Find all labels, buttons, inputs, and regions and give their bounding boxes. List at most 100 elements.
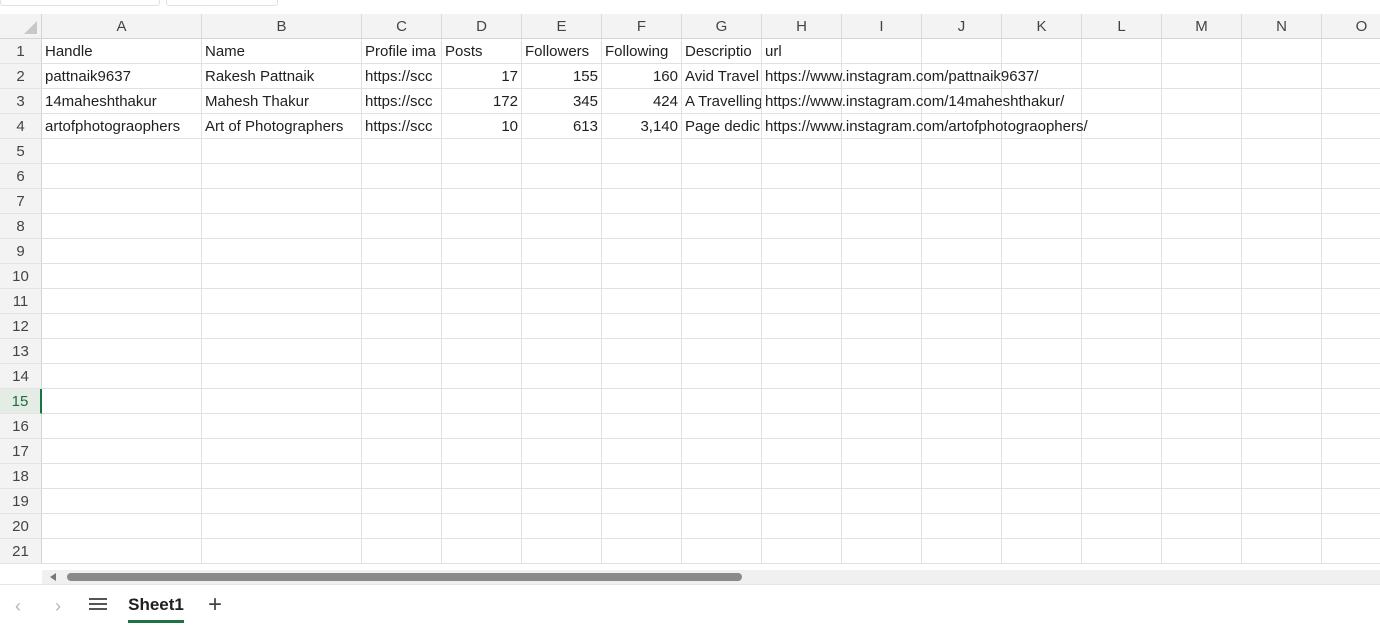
chevron-right-icon[interactable]: ›: [48, 597, 68, 617]
cell-l2[interactable]: [1082, 64, 1162, 89]
cell-m17[interactable]: [1162, 439, 1242, 464]
row-header-9[interactable]: 9: [0, 239, 42, 264]
cell-m8[interactable]: [1162, 214, 1242, 239]
cell-c1[interactable]: Profile ima: [362, 39, 442, 64]
cell-b10[interactable]: [202, 264, 362, 289]
cell-h12[interactable]: [762, 314, 842, 339]
cell-m9[interactable]: [1162, 239, 1242, 264]
cell-l16[interactable]: [1082, 414, 1162, 439]
cell-a17[interactable]: [42, 439, 202, 464]
cell-j18[interactable]: [922, 464, 1002, 489]
cell-h10[interactable]: [762, 264, 842, 289]
cell-f6[interactable]: [602, 164, 682, 189]
column-header-l[interactable]: L: [1082, 14, 1162, 39]
cell-o4[interactable]: [1322, 114, 1380, 139]
cell-l18[interactable]: [1082, 464, 1162, 489]
cell-i17[interactable]: [842, 439, 922, 464]
cell-d18[interactable]: [442, 464, 522, 489]
cell-j11[interactable]: [922, 289, 1002, 314]
cell-b16[interactable]: [202, 414, 362, 439]
cell-f10[interactable]: [602, 264, 682, 289]
cell-m18[interactable]: [1162, 464, 1242, 489]
cell-i6[interactable]: [842, 164, 922, 189]
cell-e3[interactable]: 345: [522, 89, 602, 114]
cell-a14[interactable]: [42, 364, 202, 389]
cell-k11[interactable]: [1002, 289, 1082, 314]
cell-g17[interactable]: [682, 439, 762, 464]
column-header-n[interactable]: N: [1242, 14, 1322, 39]
cell-j1[interactable]: [922, 39, 1002, 64]
cell-f21[interactable]: [602, 539, 682, 564]
cell-m15[interactable]: [1162, 389, 1242, 414]
cell-l10[interactable]: [1082, 264, 1162, 289]
cell-l1[interactable]: [1082, 39, 1162, 64]
plus-icon[interactable]: +: [205, 593, 225, 617]
cell-m7[interactable]: [1162, 189, 1242, 214]
cell-f13[interactable]: [602, 339, 682, 364]
cell-d4[interactable]: 10: [442, 114, 522, 139]
cell-j15[interactable]: [922, 389, 1002, 414]
column-header-c[interactable]: C: [362, 14, 442, 39]
cell-o2[interactable]: [1322, 64, 1380, 89]
cell-d12[interactable]: [442, 314, 522, 339]
cell-j10[interactable]: [922, 264, 1002, 289]
column-header-a[interactable]: A: [42, 14, 202, 39]
cell-e17[interactable]: [522, 439, 602, 464]
cell-a4[interactable]: artofphotograophers: [42, 114, 202, 139]
cell-a16[interactable]: [42, 414, 202, 439]
cell-n14[interactable]: [1242, 364, 1322, 389]
cell-i15[interactable]: [842, 389, 922, 414]
cell-i19[interactable]: [842, 489, 922, 514]
cell-f3[interactable]: 424: [602, 89, 682, 114]
cell-l12[interactable]: [1082, 314, 1162, 339]
cell-o11[interactable]: [1322, 289, 1380, 314]
cell-o1[interactable]: [1322, 39, 1380, 64]
row-header-14[interactable]: 14: [0, 364, 42, 389]
cell-b14[interactable]: [202, 364, 362, 389]
cell-a19[interactable]: [42, 489, 202, 514]
cell-c9[interactable]: [362, 239, 442, 264]
cell-g21[interactable]: [682, 539, 762, 564]
cell-d13[interactable]: [442, 339, 522, 364]
cell-h6[interactable]: [762, 164, 842, 189]
cell-a8[interactable]: [42, 214, 202, 239]
cell-n19[interactable]: [1242, 489, 1322, 514]
cell-n1[interactable]: [1242, 39, 1322, 64]
cell-o9[interactable]: [1322, 239, 1380, 264]
cell-k20[interactable]: [1002, 514, 1082, 539]
cell-k7[interactable]: [1002, 189, 1082, 214]
cell-c8[interactable]: [362, 214, 442, 239]
cell-d9[interactable]: [442, 239, 522, 264]
cell-f4[interactable]: 3,140: [602, 114, 682, 139]
cell-b12[interactable]: [202, 314, 362, 339]
cell-k12[interactable]: [1002, 314, 1082, 339]
cell-h13[interactable]: [762, 339, 842, 364]
cell-b3[interactable]: Mahesh Thakur: [202, 89, 362, 114]
cell-k10[interactable]: [1002, 264, 1082, 289]
cell-c6[interactable]: [362, 164, 442, 189]
cell-h2[interactable]: https://www.instagram.com/pattnaik9637/: [762, 64, 1038, 89]
cell-n20[interactable]: [1242, 514, 1322, 539]
cell-o21[interactable]: [1322, 539, 1380, 564]
sheet-tab-sheet1[interactable]: Sheet1: [128, 591, 184, 623]
cell-h1[interactable]: url: [762, 39, 842, 64]
row-header-15[interactable]: 15: [0, 389, 42, 414]
cell-d5[interactable]: [442, 139, 522, 164]
cell-m10[interactable]: [1162, 264, 1242, 289]
cell-n18[interactable]: [1242, 464, 1322, 489]
cell-b4[interactable]: Art of Photographers: [202, 114, 362, 139]
row-header-10[interactable]: 10: [0, 264, 42, 289]
cell-g9[interactable]: [682, 239, 762, 264]
cell-b1[interactable]: Name: [202, 39, 362, 64]
cell-j12[interactable]: [922, 314, 1002, 339]
cell-c4[interactable]: https://scc: [362, 114, 442, 139]
cell-c12[interactable]: [362, 314, 442, 339]
cell-i18[interactable]: [842, 464, 922, 489]
cell-g2[interactable]: Avid Travel: [682, 64, 762, 89]
column-header-b[interactable]: B: [202, 14, 362, 39]
cell-i11[interactable]: [842, 289, 922, 314]
cell-m6[interactable]: [1162, 164, 1242, 189]
cell-k8[interactable]: [1002, 214, 1082, 239]
cell-j16[interactable]: [922, 414, 1002, 439]
cell-b15[interactable]: [202, 389, 362, 414]
